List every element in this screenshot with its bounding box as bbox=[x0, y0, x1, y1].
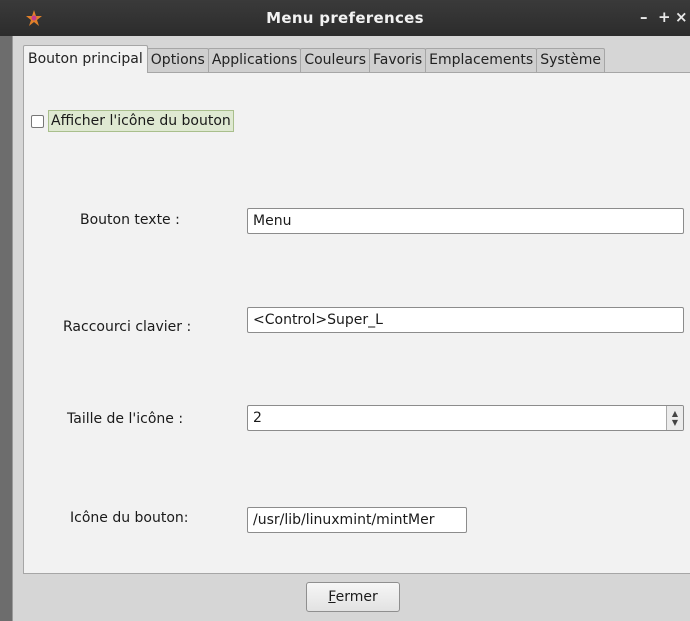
close-button-label: ermer bbox=[335, 589, 378, 605]
keyboard-shortcut-input[interactable]: <Control>Super_L bbox=[247, 307, 684, 333]
maximize-button[interactable]: + bbox=[658, 8, 671, 26]
show-icon-option[interactable]: Afficher l'icône du bouton bbox=[31, 110, 234, 132]
spin-up-icon[interactable]: ▲ bbox=[672, 409, 678, 418]
tab-favoris[interactable]: Favoris bbox=[368, 48, 427, 73]
desktop-edge bbox=[0, 36, 12, 621]
spin-arrows-icon[interactable]: ▲ ▼ bbox=[666, 406, 683, 430]
window-title: Menu preferences bbox=[266, 9, 424, 27]
close-window-button[interactable]: × bbox=[675, 8, 688, 26]
keyboard-shortcut-label: Raccourci clavier : bbox=[63, 319, 192, 335]
show-icon-checkbox[interactable] bbox=[31, 114, 44, 128]
button-text-label: Bouton texte : bbox=[80, 212, 180, 228]
icon-size-label: Taille de l'icône : bbox=[67, 411, 184, 427]
button-icon-path-input[interactable]: /usr/lib/linuxmint/mintMer bbox=[247, 507, 467, 533]
tab-panel: Afficher l'icône du bouton Bouton texte … bbox=[23, 72, 690, 574]
minimize-button[interactable]: – bbox=[640, 8, 648, 26]
tab-bouton-principal[interactable]: Bouton principal bbox=[23, 45, 148, 73]
button-text-input[interactable]: Menu bbox=[247, 208, 684, 234]
tab-bar: Bouton principal Options Applications Co… bbox=[23, 45, 606, 73]
close-button-mnemonic: F bbox=[328, 589, 336, 605]
icon-size-value: 2 bbox=[253, 410, 262, 426]
tab-systeme[interactable]: Système bbox=[536, 48, 606, 73]
tab-emplacements[interactable]: Emplacements bbox=[425, 48, 538, 73]
title-bar[interactable]: Menu preferences – + × bbox=[0, 0, 690, 36]
icon-size-stepper[interactable]: 2 ▲ ▼ bbox=[247, 405, 684, 431]
spin-down-icon[interactable]: ▼ bbox=[672, 418, 678, 427]
close-button[interactable]: Fermer bbox=[306, 582, 400, 612]
tab-applications[interactable]: Applications bbox=[207, 48, 302, 73]
preferences-window: Bouton principal Options Applications Co… bbox=[12, 36, 690, 621]
tab-options[interactable]: Options bbox=[146, 48, 209, 73]
button-icon-label: Icône du bouton: bbox=[70, 510, 189, 526]
tab-couleurs[interactable]: Couleurs bbox=[300, 48, 370, 73]
show-icon-label[interactable]: Afficher l'icône du bouton bbox=[48, 110, 234, 132]
